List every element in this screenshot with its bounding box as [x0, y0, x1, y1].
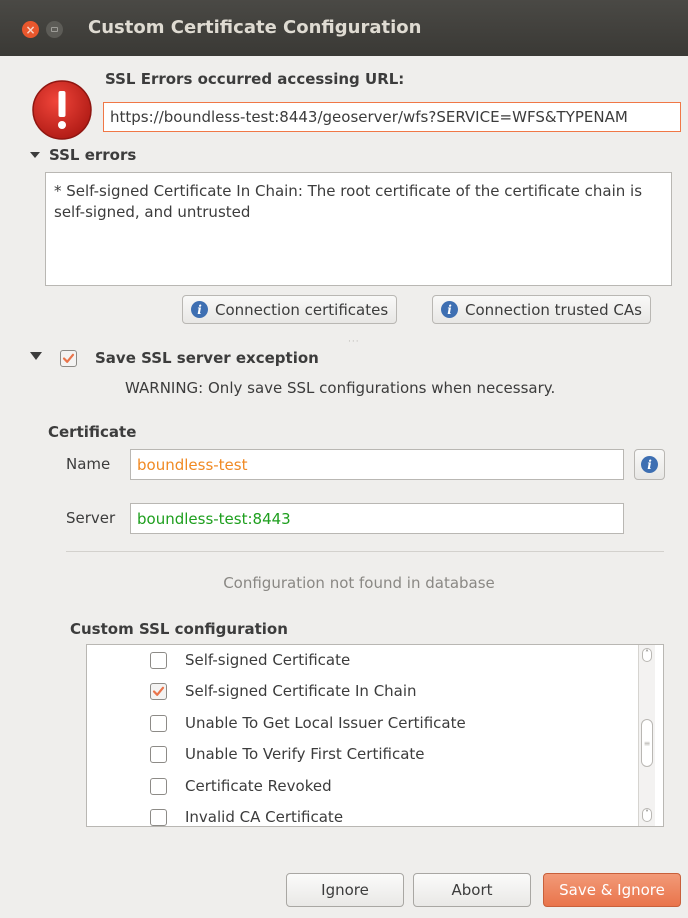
checkbox[interactable]: [150, 808, 167, 826]
certificate-title: Certificate: [48, 423, 137, 441]
scroll-up-arrow-icon[interactable]: ˄: [642, 648, 652, 662]
ssl-errors-toggle[interactable]: SSL errors: [30, 146, 136, 164]
ssl-errors-title: SSL errors: [49, 146, 137, 164]
list-item[interactable]: Certificate Revoked: [150, 777, 332, 795]
info-icon: i: [641, 456, 658, 473]
checkbox[interactable]: [150, 651, 167, 669]
config-status: Configuration not found in database: [223, 574, 495, 592]
connection-certificates-button[interactable]: i Connection certificates: [182, 295, 398, 324]
list-item-label: Self-signed Certificate: [185, 651, 351, 669]
list-item[interactable]: Self-signed Certificate: [150, 651, 350, 669]
list-item[interactable]: Unable To Verify First Certificate: [150, 745, 425, 763]
scroll-thumb[interactable]: ≡: [641, 719, 653, 767]
url-value: https://boundless-test:8443/geoserver/wf…: [110, 108, 628, 126]
save-exception-title: Save SSL server exception: [95, 349, 319, 367]
checkbox[interactable]: [150, 714, 167, 732]
check-icon: [152, 686, 165, 696]
connection-trusted-cas-button[interactable]: i Connection trusted CAs: [432, 295, 651, 324]
url-field[interactable]: https://boundless-test:8443/geoserver/wf…: [103, 102, 681, 132]
abort-label: Abort: [451, 881, 493, 899]
list-item-label: Unable To Verify First Certificate: [185, 745, 425, 763]
warning-icon: [30, 78, 94, 142]
checkbox[interactable]: [150, 777, 167, 795]
check-icon: [62, 353, 75, 363]
custom-ssl-title: Custom SSL configuration: [70, 620, 288, 638]
ssl-errors-text: * Self-signed Certificate In Chain: The …: [54, 182, 643, 221]
checkbox[interactable]: [150, 682, 167, 700]
server-value: boundless-test:8443: [137, 509, 291, 528]
close-window-button[interactable]: ×: [22, 21, 39, 38]
name-value: boundless-test: [137, 455, 248, 474]
ssl-errors-url-label: SSL Errors occurred accessing URL:: [105, 70, 405, 88]
connection-trusted-cas-label: Connection trusted CAs: [465, 300, 642, 319]
scrollbar[interactable]: ˄ ≡ ˅: [638, 645, 655, 826]
splitter-handle[interactable]: ···: [348, 337, 360, 347]
save-exception-checkbox[interactable]: [60, 350, 77, 367]
minimize-window-button[interactable]: [46, 21, 63, 38]
chevron-down-icon: [30, 152, 40, 158]
list-item-label: Unable To Get Local Issuer Certificate: [185, 714, 466, 732]
list-item-clip: Invalid CA Certificate: [87, 805, 637, 826]
list-item[interactable]: Self-signed Certificate In Chain: [150, 682, 417, 700]
abort-button[interactable]: Abort: [413, 873, 531, 907]
scroll-down-arrow-icon[interactable]: ˅: [642, 808, 652, 822]
server-label: Server: [66, 509, 116, 527]
list-item-label: Certificate Revoked: [185, 777, 332, 795]
exception-toggle[interactable]: [30, 352, 42, 360]
list-item[interactable]: Invalid CA Certificate: [150, 808, 343, 826]
ignore-label: Ignore: [321, 881, 369, 899]
name-field[interactable]: boundless-test: [130, 449, 624, 480]
custom-ssl-list[interactable]: [86, 644, 664, 827]
save-and-ignore-label: Save & Ignore: [559, 881, 665, 899]
info-icon: i: [441, 301, 458, 318]
name-info-button[interactable]: i: [634, 449, 665, 480]
checkbox[interactable]: [150, 745, 167, 763]
list-item-label: Invalid CA Certificate: [185, 808, 344, 826]
save-and-ignore-button[interactable]: Save & Ignore: [543, 873, 681, 907]
list-item-label: Self-signed Certificate In Chain: [185, 682, 417, 700]
server-field[interactable]: boundless-test:8443: [130, 503, 624, 534]
divider: [66, 551, 664, 552]
window-title: Custom Certificate Configuration: [88, 17, 422, 38]
chevron-down-icon: [30, 352, 42, 360]
ssl-errors-textbox[interactable]: * Self-signed Certificate In Chain: The …: [45, 172, 672, 286]
info-icon: i: [191, 301, 208, 318]
warning-text: WARNING: Only save SSL configurations wh…: [125, 379, 556, 397]
list-item[interactable]: Unable To Get Local Issuer Certificate: [150, 714, 466, 732]
name-label: Name: [66, 455, 111, 473]
connection-certificates-label: Connection certificates: [215, 300, 389, 319]
ignore-button[interactable]: Ignore: [286, 873, 404, 907]
